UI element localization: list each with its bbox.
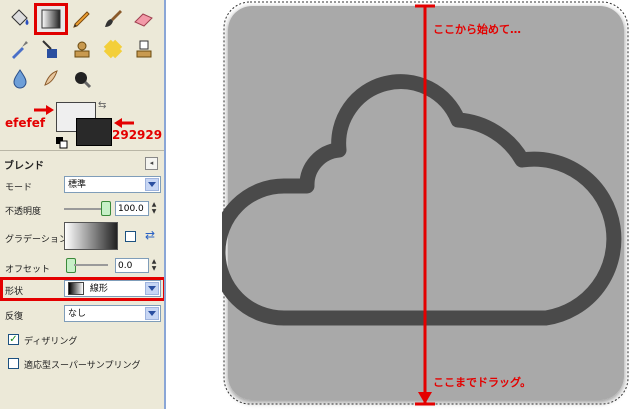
dithering-checkbox[interactable]: ✓ [8, 334, 19, 345]
blend-icon[interactable] [34, 3, 68, 35]
mode-value: 標準 [68, 180, 87, 190]
opacity-slider-handle[interactable] [101, 201, 111, 216]
paintbrush-icon[interactable] [98, 5, 128, 33]
perspective-clone-icon[interactable] [129, 35, 159, 63]
end-annotation: ここまでドラッグ。 [433, 376, 532, 389]
swap-colors-icon[interactable]: ⇆ [98, 100, 106, 111]
chevron-down-icon[interactable] [145, 282, 159, 295]
spin-arrows-icon[interactable]: ▲ ▼ [150, 201, 158, 216]
repeat-label: 反復 [5, 312, 24, 322]
toolbox-panel: ⇆ efefef 292929 ブレンド ◂ モード 標準 不透明度 100.0… [0, 0, 166, 409]
adaptive-supersampling-label: 適応型スーパーサンプリング [24, 361, 141, 371]
adaptive-supersampling-checkbox[interactable] [8, 358, 19, 369]
opacity-label: 不透明度 [5, 207, 42, 217]
chevron-down-icon[interactable] [145, 307, 159, 320]
checkmark-icon: ✓ [9, 334, 18, 345]
repeat-value: なし [68, 309, 87, 319]
gradient-preview[interactable] [64, 222, 118, 250]
tab-menu-button[interactable]: ◂ [145, 157, 158, 170]
divider [0, 150, 166, 151]
start-annotation: ここから始めて… [433, 23, 521, 36]
pencil-icon[interactable] [67, 5, 97, 33]
image-canvas[interactable]: ここから始めて… ここまでドラッグ。 [222, 0, 630, 409]
repeat-select[interactable]: なし [64, 305, 161, 322]
default-colors-icon[interactable] [56, 134, 68, 149]
eraser-icon[interactable] [129, 5, 159, 33]
heal-icon[interactable] [98, 35, 128, 63]
airbrush-icon[interactable] [5, 35, 35, 63]
chevron-down-icon[interactable] [145, 178, 159, 191]
ink-icon[interactable] [36, 35, 66, 63]
dithering-label: ディザリング [24, 337, 78, 347]
tool-options-title: ブレンド [4, 161, 44, 172]
arrow-right-icon [34, 105, 54, 115]
background-color-swatch[interactable] [76, 118, 112, 146]
reverse-gradient-checkbox[interactable] [125, 231, 136, 242]
foreground-hex-label: efefef [5, 116, 46, 130]
smudge-icon[interactable] [36, 65, 66, 93]
background-hex-label: 292929 [112, 128, 163, 142]
shape-value: 線形 [89, 284, 108, 294]
dodge-burn-icon[interactable] [67, 65, 97, 93]
shape-select[interactable]: 線形 [64, 280, 161, 297]
canvas-svg [222, 1, 629, 406]
spin-arrows-icon[interactable]: ▲ ▼ [150, 258, 158, 273]
linear-shape-icon [68, 282, 84, 295]
reverse-arrows-icon[interactable]: ⇄ [145, 228, 155, 242]
offset-spinbox[interactable]: 0.0 [115, 258, 149, 273]
offset-label: オフセット [5, 265, 51, 275]
offset-slider-track[interactable] [74, 264, 108, 266]
gradient-label: グラデーション [5, 235, 68, 245]
mode-label: モード [5, 183, 33, 193]
clone-icon[interactable] [67, 35, 97, 63]
bucket-fill-icon[interactable] [5, 5, 35, 33]
mode-select[interactable]: 標準 [64, 176, 161, 193]
shape-label: 形状 [5, 287, 24, 297]
opacity-spinbox[interactable]: 100.0 [115, 201, 149, 216]
blur-icon[interactable] [5, 65, 35, 93]
